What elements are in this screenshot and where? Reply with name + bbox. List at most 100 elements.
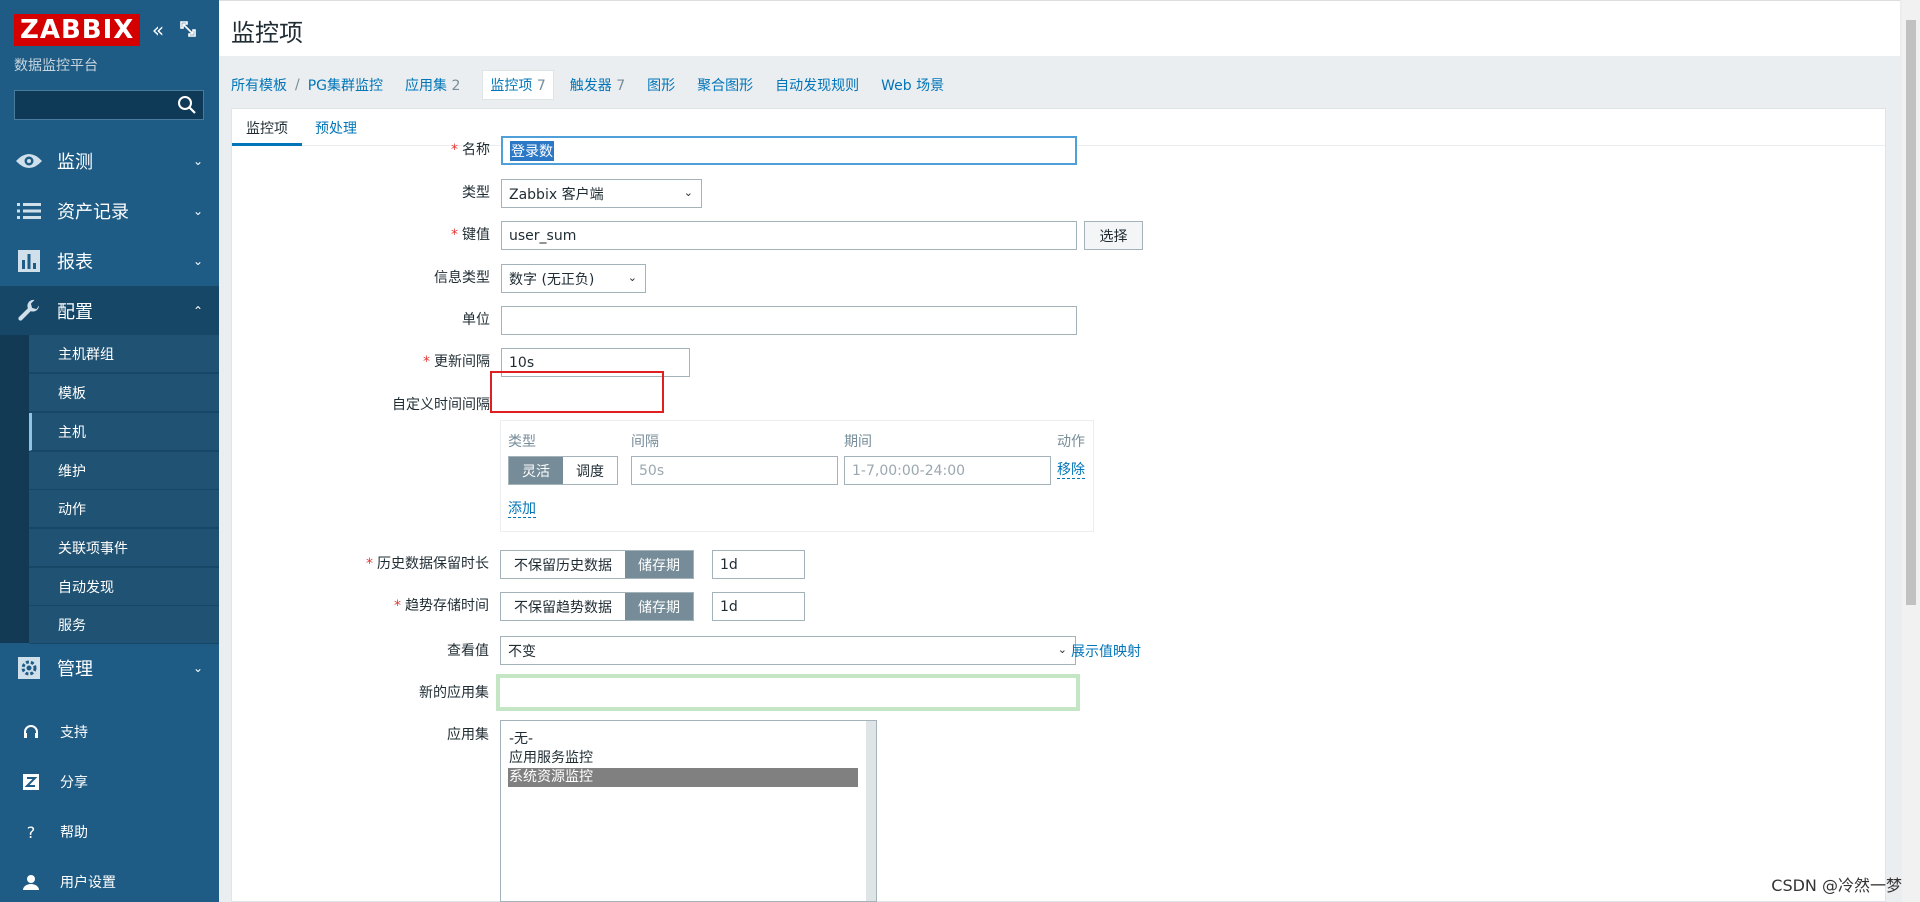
nav-label: 监测 [57,152,93,173]
nav-configuration[interactable]: 配置 ⌃ [0,286,219,336]
search-icon[interactable] [177,95,197,115]
list-item-selected[interactable]: 系统资源监控 [508,768,858,787]
tab-preprocessing[interactable]: 预处理 [315,118,357,138]
bar-chart-icon [14,246,44,276]
crumb-items[interactable]: 监控项 7 [482,70,554,100]
page-scrollbar[interactable] [1902,0,1920,902]
crumb-screens[interactable]: 聚合图形 [697,75,753,95]
submenu-maintenance[interactable]: 维护 [29,452,219,490]
scheduling-option[interactable]: 调度 [563,457,617,484]
submenu-label: 模板 [58,385,86,402]
history-input[interactable]: 1d [712,550,805,579]
show-value-mappings-link[interactable]: 展示值映射 [1071,641,1141,661]
info-type-label: 信息类型 [434,270,490,286]
history-label: * 历史数据保留时长 [366,553,489,573]
footer-support[interactable]: 支持 [0,712,219,752]
nav-label: 配置 [57,302,93,323]
trends-storage-option[interactable]: 储存期 [625,593,693,620]
nav-administration[interactable]: 管理 ⌄ [0,643,219,693]
flex-interval-input[interactable]: 50s [631,456,838,485]
history-storage-option[interactable]: 储存期 [625,551,693,578]
chevron-up-icon: ⌃ [192,304,203,318]
submenu-label: 动作 [58,501,86,518]
type-select[interactable]: Zabbix 客户端 ⌄ [501,179,702,208]
label-text: 名称 [462,142,490,158]
submenu-services[interactable]: 服务 [29,606,219,644]
key-input[interactable]: user_sum [501,221,1077,250]
footer-user-settings[interactable]: 用户设置 [0,862,219,902]
crumb-count: 7 [536,78,546,94]
kiosk-mode-icon[interactable] [178,20,198,40]
submenu-label: 自动发现 [58,579,114,596]
submenu-templates[interactable]: 模板 [29,374,219,412]
collapse-sidebar-icon[interactable]: « [148,20,168,40]
key-select-button[interactable]: 选择 [1084,221,1143,250]
col-action-header: 动作 [1057,434,1085,450]
info-type-label-cell: 信息类型 [232,267,490,291]
interval-placeholder: 50s [639,462,665,479]
valuemap-select[interactable]: 不变 ⌄ [500,636,1076,665]
crumb-applications[interactable]: 应用集 2 [405,75,460,95]
chevron-down-icon: ⌄ [192,661,203,675]
main-area: 监控项 所有模板 / PG集群监控 应用集 2 监控项 7 触发器 7 图形 聚… [219,0,1900,902]
nav-monitoring[interactable]: 监测 ⌄ [0,136,219,186]
search-input[interactable] [14,90,204,120]
submenu-event-correlation[interactable]: 关联项事件 [29,529,219,567]
label-text: 历史数据保留时长 [377,556,489,572]
crumb-triggers[interactable]: 触发器 7 [570,75,625,95]
sidebar-subtitle: 数据监控平台 [14,58,98,74]
scrollbar-thumb[interactable] [1906,20,1916,605]
add-interval-link[interactable]: 添加 [508,501,536,518]
zabbix-logo[interactable]: ZABBIX [14,14,141,46]
info-type-select[interactable]: 数字 (无正负) ⌄ [501,264,646,293]
headset-icon [20,721,42,743]
type-label-cell: 类型 [232,182,490,206]
listbox-scrollbar[interactable] [866,721,876,901]
crumb-discovery-rules[interactable]: 自动发现规则 [775,75,859,95]
name-label-cell: * 名称 [232,139,490,163]
list-item[interactable]: -无- [508,730,858,749]
list-item[interactable]: 应用服务监控 [508,749,858,768]
units-input[interactable] [501,306,1077,335]
nav-reports[interactable]: 报表 ⌄ [0,236,219,286]
crumb-count: 2 [451,78,461,94]
submenu-discovery[interactable]: 自动发现 [29,568,219,606]
col-type-header: 类型 [508,434,536,450]
footer-share[interactable]: 分享 [0,762,219,802]
required-mark: * [451,142,458,158]
col-interval-header: 间隔 [631,434,659,450]
crumb-template[interactable]: PG集群监控 [308,75,383,95]
submenu-label: 主机群组 [58,346,114,363]
name-input[interactable]: 登录数 [501,136,1077,165]
submenu-host-groups[interactable]: 主机群组 [29,335,219,373]
crumb-separator: / [295,77,300,93]
crumb-all-templates[interactable]: 所有模板 [231,75,287,95]
submenu-label: 服务 [58,617,86,634]
no-history-option[interactable]: 不保留历史数据 [501,551,625,578]
col-period-header: 期间 [844,434,872,450]
required-mark: * [423,354,430,370]
remove-interval-link[interactable]: 移除 [1057,462,1085,479]
page-title: 监控项 [231,19,303,47]
label-text: 键值 [462,227,490,243]
crumb-web-scenarios[interactable]: Web 场景 [881,75,944,95]
submenu-actions[interactable]: 动作 [29,490,219,528]
new-app-label: 新的应用集 [419,685,489,701]
trends-input[interactable]: 1d [712,592,805,621]
applications-listbox[interactable]: -无- 应用服务监控 系统资源监控 [500,720,877,902]
nav-inventory[interactable]: 资产记录 ⌄ [0,186,219,236]
new-application-input[interactable] [496,674,1080,711]
flexible-option[interactable]: 灵活 [509,457,563,484]
tab-item[interactable]: 监控项 [246,118,288,138]
crumb-graphs[interactable]: 图形 [647,75,675,95]
flex-period-input[interactable]: 1-7,00:00-24:00 [844,456,1051,485]
history-label-cell: * 历史数据保留时长 [231,553,489,577]
list-icon [14,196,44,226]
no-trends-option[interactable]: 不保留趋势数据 [501,593,625,620]
crumb-label: 触发器 [569,78,612,94]
footer-help[interactable]: ? 帮助 [0,812,219,852]
submenu-hosts[interactable]: 主机 [29,413,219,451]
units-label: 单位 [462,312,490,328]
config-submenu: 主机群组 模板 主机 维护 动作 关联项事件 自动发现 服务 [0,335,219,644]
trends-label: * 趋势存储时间 [394,595,489,615]
